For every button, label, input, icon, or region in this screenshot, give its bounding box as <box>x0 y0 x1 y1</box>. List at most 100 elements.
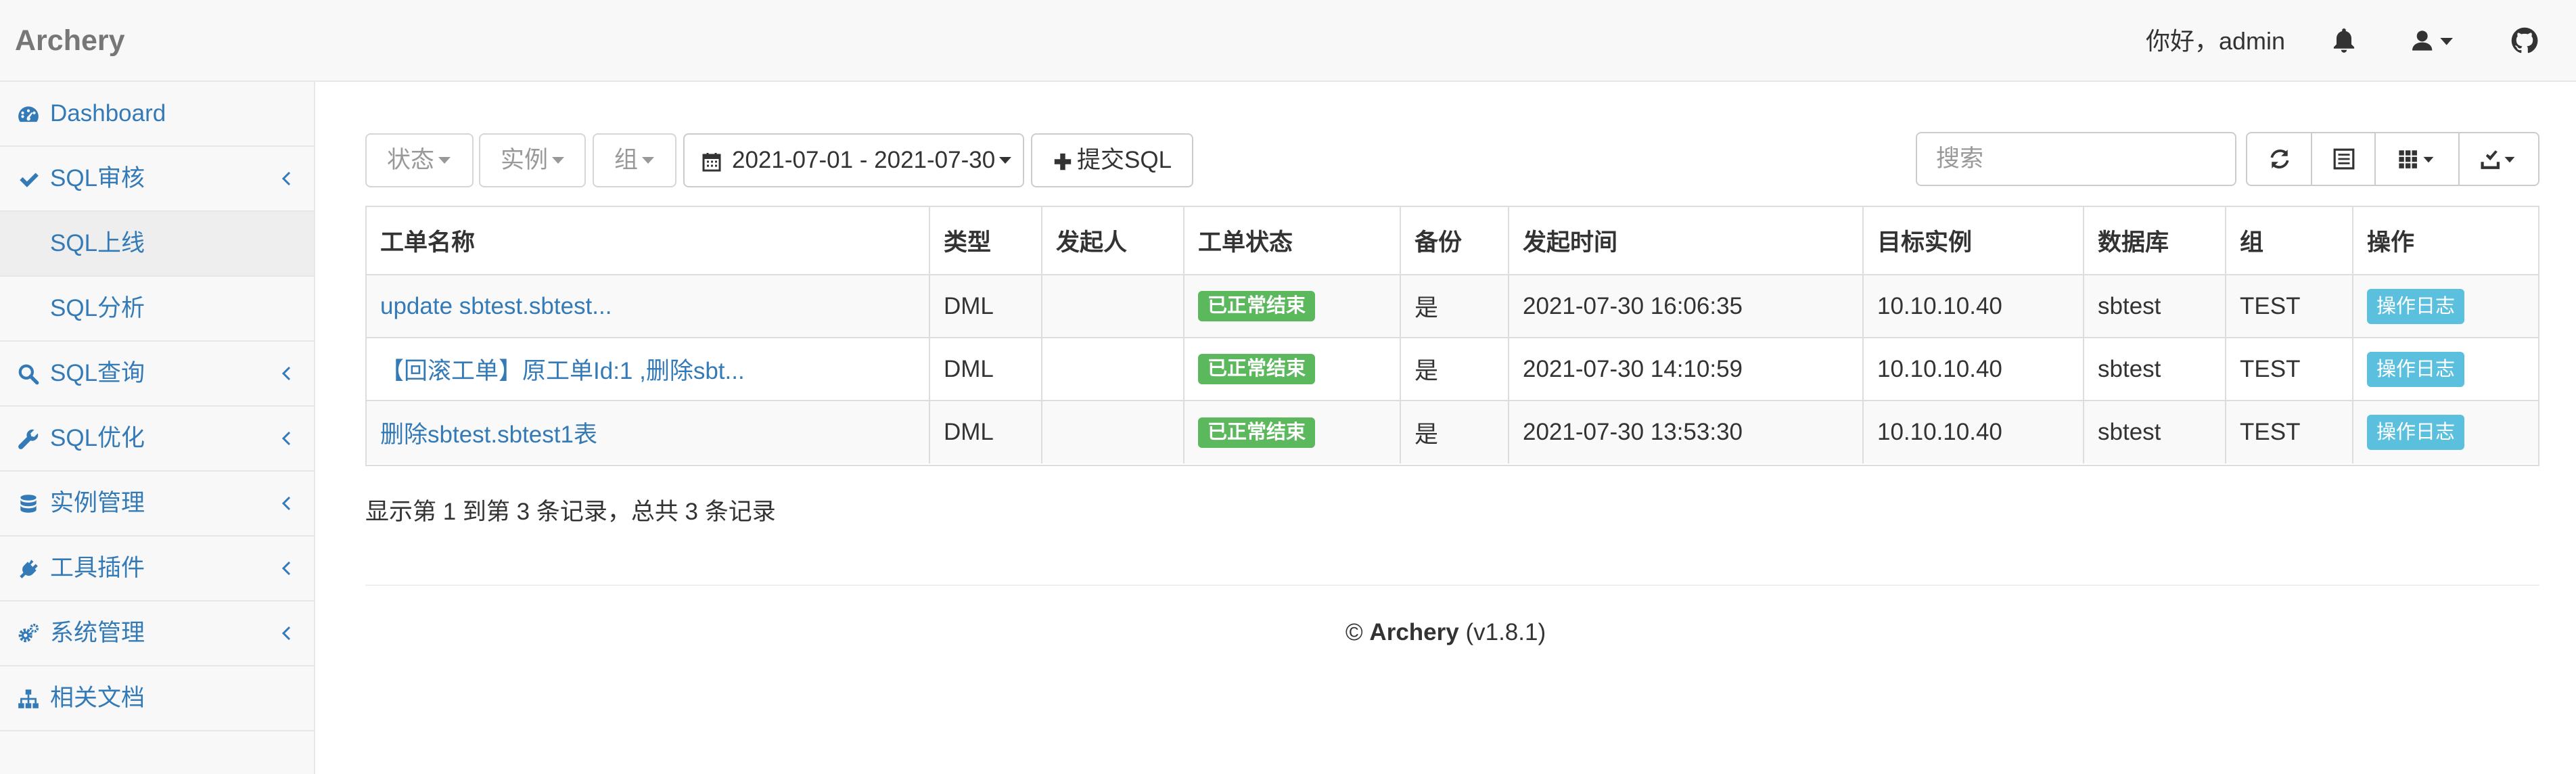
sidebar-item-dashboard[interactable]: Dashboard <box>0 82 314 147</box>
list-alt-icon <box>2333 148 2355 170</box>
dashboard-icon <box>17 103 40 126</box>
brand-logo[interactable]: Archery <box>15 0 125 82</box>
caret-down-icon <box>438 156 451 164</box>
sidebar-item-sql-optimize[interactable]: SQL优化 <box>0 407 314 472</box>
database-icon <box>17 493 40 516</box>
plus-icon <box>1054 153 1072 170</box>
sidebar: Dashboard SQL审核 SQL上线 SQL分析 SQL查询 SQL优化 <box>0 82 315 774</box>
operation-log-button[interactable]: 操作日志 <box>2367 288 2465 324</box>
sidebar-item-tools-plugins[interactable]: 工具插件 <box>0 537 314 601</box>
type-cell: DML <box>929 338 1042 401</box>
instance-cell: 10.10.10.40 <box>1863 401 2084 463</box>
sidebar-item-label: 相关文档 <box>50 685 145 711</box>
column-header[interactable]: 类型 <box>929 207 1042 275</box>
submit-sql-button[interactable]: 提交SQL <box>1031 133 1193 187</box>
user-menu-dropdown[interactable] <box>2410 26 2464 55</box>
status-badge: 已正常结束 <box>1198 354 1316 384</box>
column-header[interactable]: 工单状态 <box>1184 207 1401 275</box>
column-header[interactable]: 目标实例 <box>1863 207 2084 275</box>
operation-log-button[interactable]: 操作日志 <box>2367 415 2465 450</box>
column-header[interactable]: 发起人 <box>1042 207 1184 275</box>
sidebar-item-label: 实例管理 <box>50 490 145 516</box>
github-icon[interactable] <box>2510 26 2539 55</box>
export-dropdown-button[interactable] <box>2460 133 2538 185</box>
workflow-name-link[interactable]: 删除sbtest.sbtest1表 <box>380 422 597 448</box>
sidebar-item-label: SQL审核 <box>50 165 145 191</box>
search-input[interactable] <box>1916 132 2236 186</box>
column-header[interactable]: 备份 <box>1400 207 1509 275</box>
database-cell: sbtest <box>2084 275 2226 338</box>
calendar-icon <box>702 152 721 172</box>
plug-icon <box>17 557 40 580</box>
top-navbar: Archery 你好，admin <box>0 0 2576 82</box>
initiator-cell <box>1042 275 1184 338</box>
table-tools-group <box>2246 132 2539 186</box>
backup-cell: 是 <box>1400 338 1509 401</box>
sidebar-item-sql-online[interactable]: SQL上线 <box>0 212 314 277</box>
sidebar-item-sql-analysis[interactable]: SQL分析 <box>0 277 314 342</box>
group-cell: TEST <box>2226 338 2353 401</box>
workflow-name-link[interactable]: update sbtest.sbtest... <box>380 293 612 319</box>
instance-cell: 10.10.10.40 <box>1863 275 2084 338</box>
instance-filter-dropdown[interactable]: 实例 <box>479 133 586 187</box>
status-badge: 已正常结束 <box>1198 417 1316 448</box>
footer-brand: Archery <box>1369 619 1459 645</box>
chevron-left-icon <box>279 430 295 447</box>
footer-version: (v1.8.1) <box>1465 619 1546 645</box>
sidebar-item-sql-review[interactable]: SQL审核 <box>0 147 314 212</box>
initiator-cell <box>1042 401 1184 463</box>
toggle-view-button[interactable] <box>2312 133 2376 185</box>
group-cell: TEST <box>2226 401 2353 463</box>
group-cell: TEST <box>2226 275 2353 338</box>
sitemap-icon <box>17 687 40 710</box>
sidebar-item-label: 工具插件 <box>50 555 145 581</box>
type-cell: DML <box>929 401 1042 463</box>
sidebar-item-label: SQL上线 <box>50 230 145 256</box>
sidebar-item-label: SQL分析 <box>50 295 145 321</box>
date-range-picker[interactable]: 2021-07-01 - 2021-07-30 <box>683 133 1024 187</box>
user-icon <box>2416 30 2428 42</box>
user-greeting: 你好，admin <box>2146 27 2286 55</box>
backup-cell: 是 <box>1400 275 1509 338</box>
backup-cell: 是 <box>1400 401 1509 463</box>
group-filter-dropdown[interactable]: 组 <box>593 133 676 187</box>
chevron-left-icon <box>279 560 295 577</box>
status-filter-dropdown[interactable]: 状态 <box>365 133 474 187</box>
copyright-symbol: © <box>1345 619 1363 645</box>
column-header[interactable]: 数据库 <box>2084 207 2226 275</box>
sidebar-item-docs[interactable]: 相关文档 <box>0 666 314 731</box>
chevron-left-icon <box>279 365 295 382</box>
table-row: 【回滚工单】原工单Id:1 ,删除sbt... DML 已正常结束 是 2021… <box>367 338 2538 401</box>
sidebar-item-instance-mgmt[interactable]: 实例管理 <box>0 472 314 537</box>
sidebar-item-sql-query[interactable]: SQL查询 <box>0 342 314 407</box>
column-header[interactable]: 操作 <box>2353 207 2538 275</box>
caret-down-icon <box>642 156 655 164</box>
type-cell: DML <box>929 275 1042 338</box>
workflow-table: 工单名称 类型 发起人 工单状态 备份 发起时间 目标实例 数据库 组 操作 u… <box>365 206 2539 466</box>
table-row: update sbtest.sbtest... DML 已正常结束 是 2021… <box>367 275 2538 338</box>
check-icon <box>17 168 40 191</box>
columns-dropdown-button[interactable] <box>2376 133 2460 185</box>
column-header[interactable]: 发起时间 <box>1509 207 1864 275</box>
refresh-button[interactable] <box>2247 133 2312 185</box>
initiator-cell <box>1042 338 1184 401</box>
pagination-info: 显示第 1 到第 3 条记录，总共 3 条记录 <box>365 499 776 525</box>
time-cell: 2021-07-30 14:10:59 <box>1509 338 1864 401</box>
footer-divider <box>365 585 2539 586</box>
column-header[interactable]: 组 <box>2226 207 2353 275</box>
chevron-left-icon <box>279 170 295 187</box>
refresh-icon <box>2270 150 2289 168</box>
time-cell: 2021-07-30 16:06:35 <box>1509 275 1864 338</box>
export-icon <box>2481 150 2515 169</box>
sidebar-item-label: Dashboard <box>50 100 166 127</box>
database-cell: sbtest <box>2084 338 2226 401</box>
table-header-row: 工单名称 类型 发起人 工单状态 备份 发起时间 目标实例 数据库 组 操作 <box>367 207 2538 275</box>
time-cell: 2021-07-30 13:53:30 <box>1509 401 1864 463</box>
column-header[interactable]: 工单名称 <box>367 207 930 275</box>
grid-icon <box>2399 150 2434 168</box>
status-badge: 已正常结束 <box>1198 291 1316 321</box>
operation-log-button[interactable]: 操作日志 <box>2367 351 2465 387</box>
bell-icon[interactable] <box>2329 26 2359 55</box>
workflow-name-link[interactable]: 【回滚工单】原工单Id:1 ,删除sbt... <box>380 358 745 384</box>
chevron-left-icon <box>279 495 295 512</box>
